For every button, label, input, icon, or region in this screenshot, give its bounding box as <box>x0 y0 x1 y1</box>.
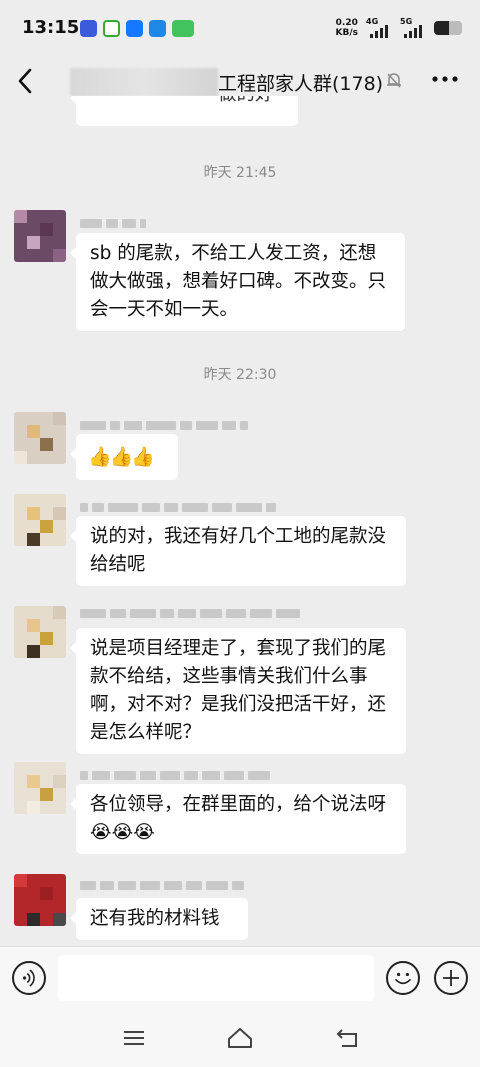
battery-icon <box>434 21 462 35</box>
emoji-icon[interactable] <box>386 961 420 995</box>
redacted-title-part <box>70 68 218 96</box>
home-icon[interactable] <box>226 1026 254 1050</box>
message-list[interactable]: 做的好 昨天 21:45 sb 的尾款，不给工人发工资，还想做大做强，想着好口碑… <box>0 96 480 946</box>
status-bar: 13:15 0.20 KB/s 4G 5G <box>0 0 480 56</box>
back-icon[interactable] <box>334 1026 362 1050</box>
input-bar <box>0 946 480 1010</box>
message-text: 做的好 <box>218 96 274 105</box>
message-bubble[interactable]: 说是项目经理走了，套现了我们的尾款不给结，这些事情关我们什么事啊，对不对？是我们… <box>70 628 406 754</box>
bell-off-icon <box>387 73 401 88</box>
app-notification-icon <box>80 20 97 37</box>
notification-icons <box>80 20 194 37</box>
signal-4g-icon: 4G <box>366 17 392 38</box>
sender-name-redacted <box>80 768 270 782</box>
message-bubble[interactable]: 👍👍👍 <box>70 434 178 480</box>
message-text: 还有我的材料钱 <box>90 908 220 929</box>
sender-name-redacted <box>80 606 300 620</box>
emoji-thumbs-up: 👍👍👍 <box>88 443 166 471</box>
message-input[interactable] <box>58 955 374 1001</box>
plus-icon[interactable] <box>434 961 468 995</box>
message-text: 说的对，我还有好几个工地的尾款没给结呢 <box>90 526 387 575</box>
message-bubble[interactable]: 还有我的材料钱 <box>70 898 248 940</box>
message-text: 各位领导，在群里面的，给个说法呀😭😭😭 <box>90 794 387 843</box>
timestamp: 昨天 22:30 <box>203 367 277 383</box>
app-notification-icon <box>103 20 120 37</box>
message-text: 说是项目经理走了，套现了我们的尾款不给结，这些事情关我们什么事啊，对不对？是我们… <box>90 638 387 743</box>
status-time: 13:15 <box>22 17 80 38</box>
group-name: 工程部家人群(178) <box>218 73 384 95</box>
avatar[interactable] <box>14 412 66 464</box>
speed-unit: KB/s <box>335 28 358 38</box>
sender-name-redacted <box>80 500 276 514</box>
more-dots-icon[interactable] <box>430 64 460 94</box>
avatar[interactable] <box>14 606 66 658</box>
system-nav-bar <box>0 1010 480 1067</box>
avatar[interactable] <box>14 494 66 546</box>
menu-icon[interactable] <box>120 1026 148 1050</box>
chat-title: 工程部家人群(178) <box>70 68 410 96</box>
avatar[interactable] <box>14 874 66 926</box>
speed-value: 0.20 <box>335 18 358 28</box>
message-bubble[interactable]: 说的对，我还有好几个工地的尾款没给结呢 <box>70 516 406 586</box>
message-bubble[interactable]: sb 的尾款，不给工人发工资，还想做大做强，想着好口碑。不改变。只会一天不如一天… <box>70 233 405 331</box>
timestamp: 昨天 21:45 <box>203 165 277 181</box>
message-text: 👍👍👍 <box>88 446 155 468</box>
app-notification-icon <box>149 20 166 37</box>
sender-name-redacted <box>80 216 146 230</box>
avatar[interactable] <box>14 210 66 262</box>
avatar[interactable] <box>14 762 66 814</box>
back-arrow-icon[interactable] <box>12 64 42 98</box>
alipay-icon <box>126 20 143 37</box>
message-bubble-partial[interactable]: 做的好 <box>70 96 298 126</box>
voice-icon[interactable] <box>12 961 46 995</box>
app-notification-icon <box>172 20 194 37</box>
message-bubble[interactable]: 各位领导，在群里面的，给个说法呀😭😭😭 <box>70 784 406 854</box>
signal-5g-icon: 5G <box>400 17 426 38</box>
network-speed: 0.20 KB/s <box>336 18 358 38</box>
sender-name-redacted <box>80 418 248 432</box>
message-text: sb 的尾款，不给工人发工资，还想做大做强，想着好口碑。不改变。只会一天不如一天… <box>90 243 387 320</box>
sender-name-redacted <box>80 878 244 892</box>
